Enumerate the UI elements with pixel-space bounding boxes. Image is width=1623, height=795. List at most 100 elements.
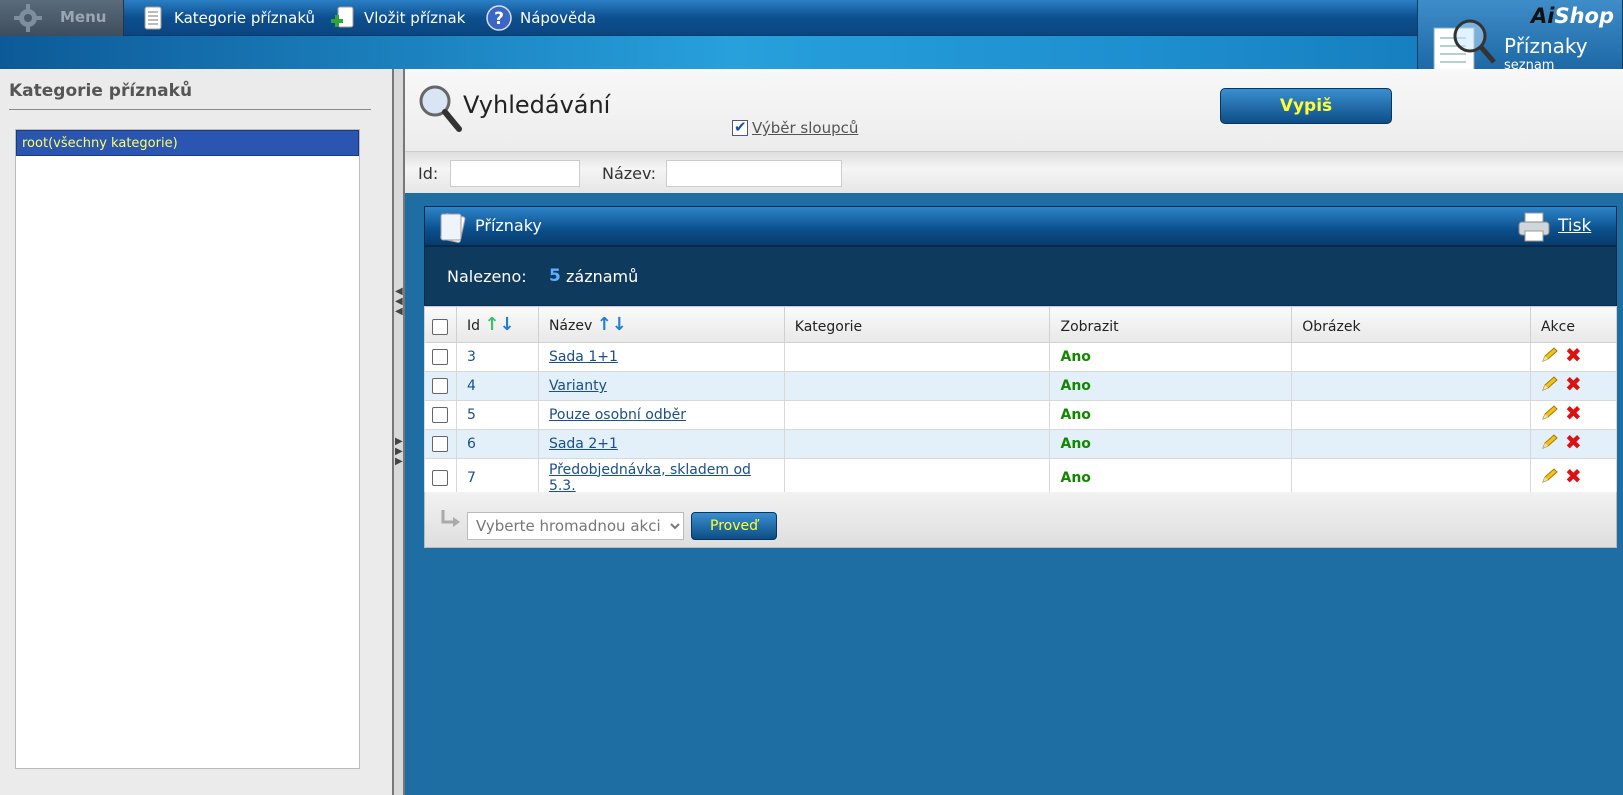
row-name-link[interactable]: Varianty	[549, 378, 607, 394]
name-filter-input[interactable]	[666, 160, 842, 187]
document-icon	[144, 6, 162, 30]
results-count-bar: Nalezeno: 5 záznamů	[424, 246, 1617, 306]
edit-icon[interactable]	[1541, 347, 1559, 363]
delete-icon[interactable]: ✖	[1565, 374, 1582, 394]
column-select-checkbox[interactable]	[732, 118, 748, 136]
found-suffix: záznamů	[566, 267, 639, 286]
search-icon	[419, 85, 462, 132]
row-select-cell	[424, 429, 457, 459]
edit-icon[interactable]	[1541, 434, 1559, 450]
bulk-action-bar: Vyberte hromadnou akci Proveď	[424, 492, 1617, 548]
sort-asc-icon[interactable]: ↑	[597, 314, 612, 335]
expand-right-icon[interactable]: ▶ ▶ ▶	[395, 437, 403, 467]
edit-icon[interactable]	[1541, 405, 1559, 421]
row-id: 4	[455, 371, 539, 401]
filter-row: Id: Název:	[405, 151, 1623, 193]
select-all-checkbox[interactable]	[432, 319, 448, 335]
table-row: 3 Sada 1+1 Ano ✖	[424, 342, 1618, 372]
svg-text:?: ?	[494, 9, 504, 29]
table-row: 6 Sada 2+1 Ano ✖	[424, 429, 1618, 459]
row-id: 3	[455, 342, 539, 372]
sort-desc-icon[interactable]: ↓	[612, 314, 627, 335]
panel-splitter[interactable]: ◀ ◀ ◀ ▶ ▶ ▶	[392, 69, 405, 795]
brand-title: Příznaky	[1504, 34, 1588, 58]
row-select-cell	[424, 458, 457, 497]
collapse-left-icon[interactable]: ◀ ◀ ◀	[395, 287, 403, 317]
row-actions: ✖	[1529, 400, 1618, 430]
sort-desc-icon[interactable]: ↓	[500, 314, 515, 335]
magnifier-list-icon	[1433, 19, 1496, 73]
sidebar-heading: Kategorie příznaků	[9, 81, 193, 101]
row-checkbox[interactable]	[432, 378, 448, 394]
select-all-cell	[424, 306, 457, 343]
nav-item-label: Vložit příznak	[364, 9, 466, 27]
column-select-link[interactable]: Výběr sloupců	[752, 119, 858, 137]
sort-asc-icon[interactable]: ↑	[484, 314, 499, 335]
row-image	[1291, 429, 1531, 459]
row-image	[1291, 458, 1531, 497]
print-link[interactable]: Tisk	[1558, 216, 1591, 236]
row-checkbox[interactable]	[432, 349, 448, 365]
bulk-action-select[interactable]: Vyberte hromadnou akci	[467, 512, 684, 540]
tree-item-root[interactable]: root(všechny kategorie)	[16, 130, 359, 156]
delete-icon[interactable]: ✖	[1565, 432, 1582, 452]
row-id: 7	[455, 458, 539, 497]
gear-icon	[14, 4, 42, 32]
row-show: Ano	[1049, 342, 1293, 372]
top-navigation-bar: Menu Kategorie příznaků Vložit příznak ?…	[0, 0, 1623, 36]
found-label: Nalezeno:	[447, 267, 527, 286]
row-category	[783, 458, 1051, 497]
row-category	[783, 429, 1051, 459]
row-checkbox[interactable]	[432, 436, 448, 452]
found-count: 5	[549, 266, 561, 286]
nav-item-vlozit[interactable]: Vložit příznak	[330, 0, 465, 36]
row-checkbox[interactable]	[432, 469, 448, 486]
name-filter-label: Název:	[602, 164, 656, 183]
results-panel: Příznaky Tisk Nalezeno: 5 záznamů Id ↑↓	[424, 206, 1618, 548]
row-select-cell	[424, 371, 457, 401]
row-name-cell: Předobjednávka, skladem od 5.3.	[537, 458, 785, 497]
delete-icon[interactable]: ✖	[1565, 345, 1582, 365]
row-actions: ✖	[1529, 342, 1618, 372]
add-document-icon	[331, 6, 354, 28]
row-name-link[interactable]: Sada 2+1	[549, 436, 618, 452]
delete-icon[interactable]: ✖	[1565, 466, 1582, 486]
column-header-label: Název	[548, 318, 593, 334]
row-image	[1291, 400, 1531, 430]
results-title: Příznaky	[475, 216, 542, 235]
row-actions: ✖	[1529, 371, 1618, 401]
row-name-cell: Sada 1+1	[537, 342, 785, 372]
search-title: Vyhledávání	[463, 91, 611, 119]
column-header-show: Zobrazit	[1049, 306, 1293, 343]
edit-icon[interactable]	[1541, 376, 1559, 392]
column-header-actions: Akce	[1529, 306, 1618, 343]
row-name-link[interactable]: Předobjednávka, skladem od 5.3.	[549, 462, 751, 494]
row-name-cell: Pouze osobní odběr	[537, 400, 785, 430]
column-select[interactable]: Výběr sloupců	[732, 118, 858, 137]
row-name-link[interactable]: Sada 1+1	[549, 349, 618, 365]
row-actions: ✖	[1529, 458, 1618, 497]
column-header-label: Id	[466, 318, 480, 334]
row-name-link[interactable]: Pouze osobní odběr	[549, 407, 686, 423]
row-image	[1291, 342, 1531, 372]
row-category	[783, 342, 1051, 372]
list-button[interactable]: Vypiš	[1220, 88, 1392, 124]
id-filter-input[interactable]	[450, 160, 580, 187]
search-section: Vyhledávání Výběr sloupců Vypiš	[405, 69, 1623, 151]
row-show: Ano	[1049, 458, 1293, 497]
delete-icon[interactable]: ✖	[1565, 403, 1582, 423]
menu-button[interactable]: Menu	[0, 0, 124, 36]
row-checkbox[interactable]	[432, 407, 448, 423]
printer-icon[interactable]	[1517, 211, 1551, 243]
table-row: 5 Pouze osobní odběr Ano ✖	[424, 400, 1618, 430]
nav-item-napoveda[interactable]: ? Nápověda	[486, 0, 596, 36]
notes-icon	[440, 213, 466, 243]
nav-item-label: Kategorie příznaků	[174, 9, 316, 27]
help-icon: ?	[486, 5, 512, 31]
execute-button[interactable]: Proveď	[691, 512, 777, 540]
nav-item-kategorie[interactable]: Kategorie příznaků	[140, 0, 315, 36]
edit-icon[interactable]	[1541, 467, 1559, 484]
sub-header-band	[0, 36, 1623, 69]
divider	[9, 109, 371, 110]
results-table: Id ↑↓ Název ↑↓ Kategorie Zobrazit Obráze…	[424, 306, 1618, 497]
